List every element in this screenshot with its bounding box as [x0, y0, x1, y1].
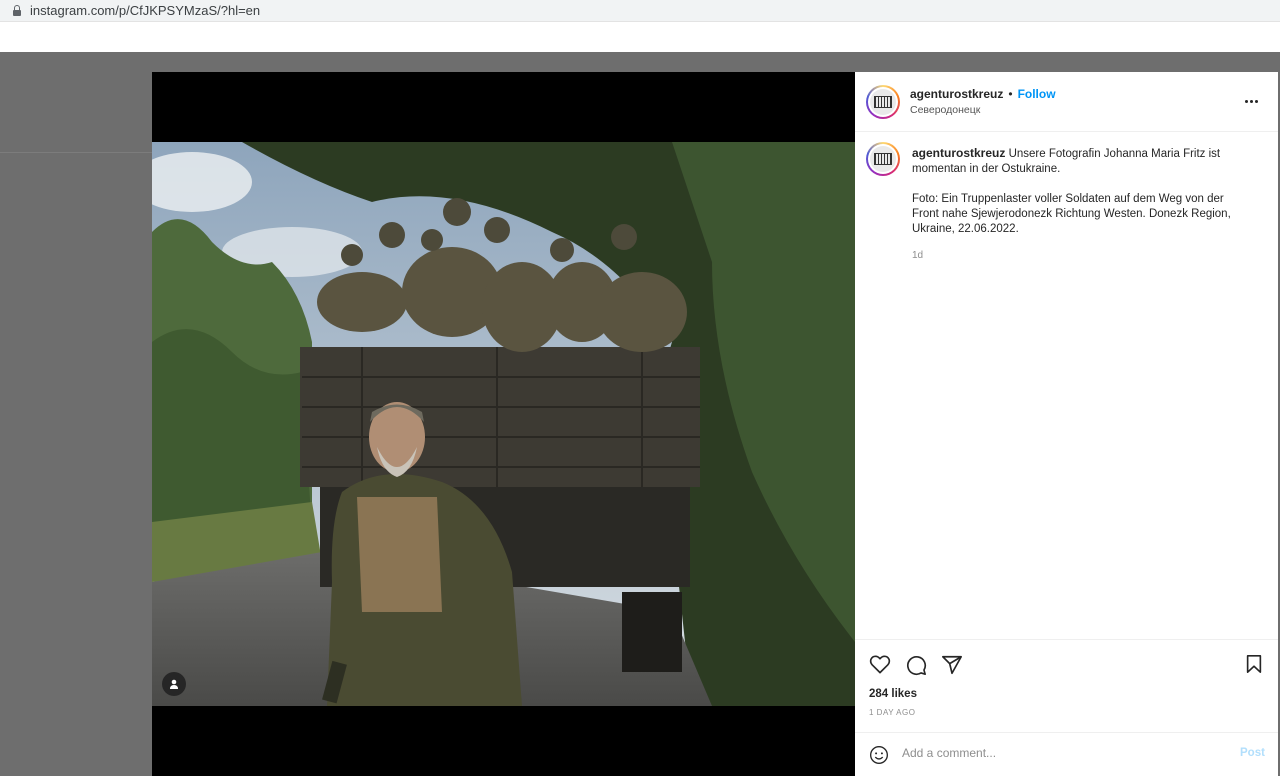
emoji-icon[interactable] — [869, 745, 889, 770]
separator-dot: • — [1008, 87, 1013, 101]
caption-username[interactable]: agenturostkreuz — [912, 146, 1005, 160]
post-header: agenturostkreuz • Follow Северодонецк — [855, 72, 1278, 132]
post-button[interactable]: Post — [1240, 747, 1265, 759]
post-sidebar: agenturostkreuz • Follow Северодонецк ag… — [855, 72, 1278, 776]
bookmark-icon[interactable] — [1245, 654, 1263, 679]
caption-avatar[interactable] — [866, 142, 900, 176]
comment-bar: Post — [855, 732, 1278, 776]
post-photo[interactable] — [152, 142, 855, 706]
background-divider — [0, 152, 152, 153]
caption-text: agenturostkreuz Unsere Fotografin Johann… — [912, 146, 1242, 237]
caption-line-2: Foto: Ein Truppenlaster voller Soldaten … — [912, 193, 1231, 235]
header-username[interactable]: agenturostkreuz — [910, 87, 1003, 101]
profile-logo — [874, 96, 892, 108]
caption-time[interactable]: 1d — [912, 250, 923, 261]
more-icon[interactable] — [1245, 100, 1258, 103]
comment-icon[interactable] — [905, 654, 927, 681]
location-link[interactable]: Северодонецк — [910, 104, 980, 116]
heart-icon[interactable] — [869, 654, 891, 681]
browser-address-bar: instagram.com/p/CfJKPSYMzaS/?hl=en — [0, 0, 1280, 22]
follow-button[interactable]: Follow — [1018, 87, 1056, 101]
post-date[interactable]: 1 DAY AGO — [869, 708, 915, 717]
post-actions: 284 likes 1 DAY AGO — [855, 639, 1278, 717]
user-tag-icon[interactable] — [162, 672, 186, 696]
lock-icon[interactable] — [12, 4, 22, 16]
comment-input[interactable] — [902, 746, 1222, 760]
avatar[interactable] — [866, 85, 900, 119]
likes-count[interactable]: 284 likes — [869, 688, 917, 700]
profile-logo — [874, 153, 892, 165]
share-icon[interactable] — [941, 654, 963, 681]
url-field[interactable]: instagram.com/p/CfJKPSYMzaS/?hl=en — [0, 0, 1280, 20]
url-text[interactable]: instagram.com/p/CfJKPSYMzaS/?hl=en — [30, 3, 260, 18]
